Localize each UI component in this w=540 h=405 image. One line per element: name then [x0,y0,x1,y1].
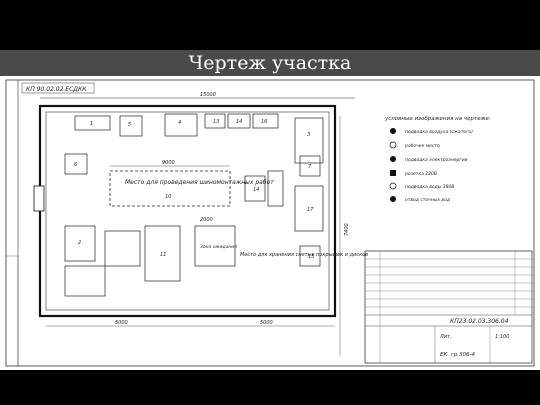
legend-item: розетка 220В [404,171,437,177]
legend-items: подводка воздуха (сжатого) рабочее место… [389,128,473,203]
assembly-zone-label: Место для проведения шиномонтажных работ [125,179,274,186]
equipment-label: 13 [213,119,219,125]
equipment-16 [104,230,141,267]
dim-5000b: 5000 [260,320,273,326]
equipment-label: 4 [178,120,181,126]
equipment-label: 14 [253,187,259,193]
doc-code: КП23.02.03.306.04 [450,318,509,325]
floor-plan-drawing: КП 90.02.02.ЕСДКК 15000 7400 1 5 4 13 14… [5,79,535,367]
workplace-icon [389,141,397,149]
legend-item: подводка электроэнергии [405,158,468,163]
equipment-label: 5 [128,122,131,128]
waiting-zone-label: Зона ожидания [200,244,237,250]
socket-icon [390,170,396,176]
legend-item: отвод сточных вод [405,198,450,203]
drawing-sheet: КП 90.02.02.ЕСДКК 15000 7400 1 5 4 13 14… [0,76,540,370]
equipment-label: 2 [78,240,81,246]
overall-height-label: 7400 [344,223,350,236]
legend-item: подводка воздуха (сжатого) [405,129,473,135]
side-stamp [5,255,19,367]
equipment-label: 11 [160,252,166,258]
sheet-scale: 1:100 [495,334,509,340]
equipment-label: 3 [307,132,310,138]
entrance-gate [33,185,45,212]
overall-width-label: 15000 [200,92,216,98]
title-block-grid [365,251,532,363]
equipment-label: 17 [307,207,314,213]
sheet-label: Лит. [439,334,452,340]
dim-9000: 9000 [162,160,175,166]
equipment-label: 16 [261,119,267,125]
equipment-10 [64,265,106,297]
dim-5000a: 5000 [115,320,128,326]
equipment-label: 7 [308,164,312,170]
air-supply-icon [390,128,396,134]
water-supply-icon [389,182,397,190]
legend-title: условные изображения на чертеже: [384,116,491,122]
inner-wall [45,111,330,311]
equipment-12 [267,170,284,207]
slide-title: Чертеж участка [0,50,540,76]
dim-2000: 2000 [200,217,213,223]
assembly-zone-num: 10 [165,194,171,200]
equipment-label: 1 [90,121,93,127]
group-label: ЕК. гр.306-4 [440,352,475,358]
storage-zone-label: Место для хранения снятых покрышек и дис… [240,252,368,258]
drain-icon [390,196,396,202]
legend-item: рабочее место [404,143,440,149]
legend-item: подводка воды 380В [405,184,454,190]
power-supply-icon [390,156,396,162]
equipment-label: 6 [74,162,77,168]
assembly-zone [109,170,231,207]
equipment-label: 14 [236,119,242,125]
building-walls [38,104,337,318]
top-stamp-text: КП 90.02.02.ЕСДКК [26,86,87,93]
